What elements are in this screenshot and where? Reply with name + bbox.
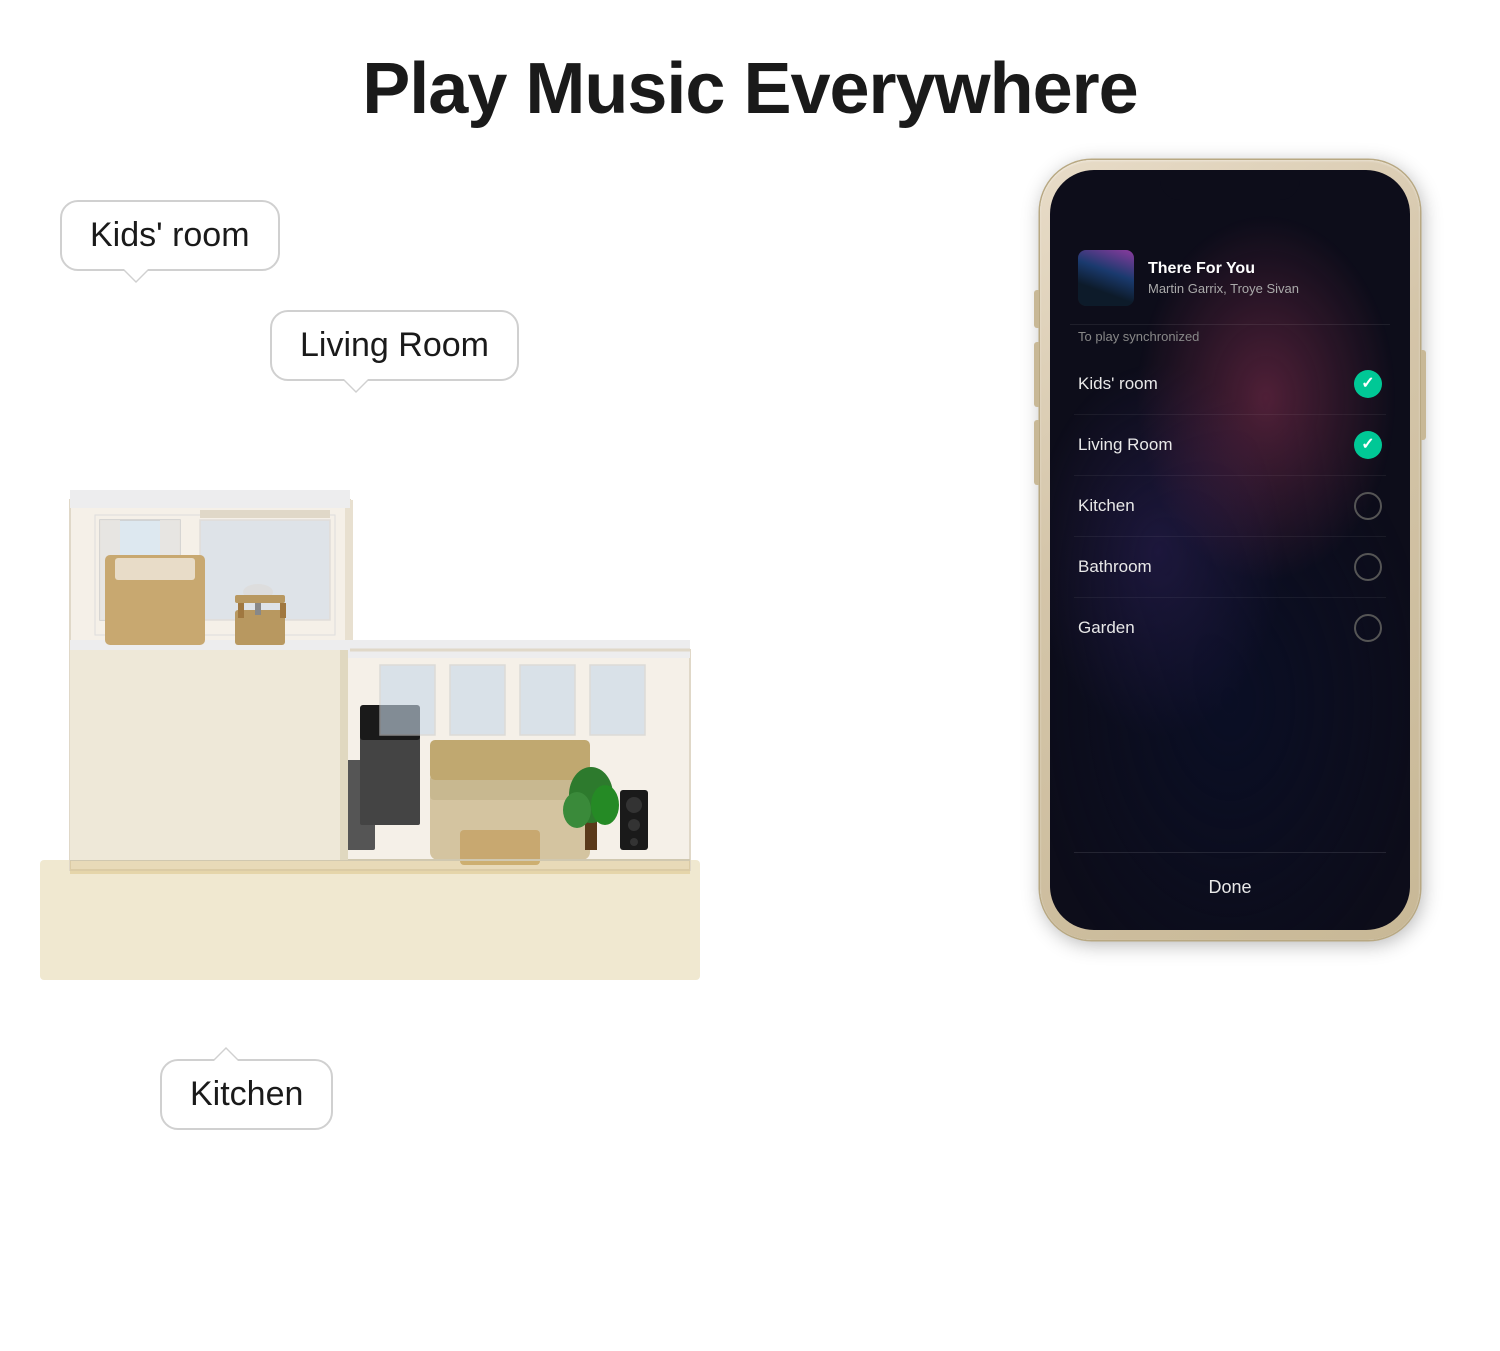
phone-power-button (1421, 350, 1426, 440)
room-item-bathroom[interactable]: Bathroom (1074, 537, 1386, 598)
phone-screen: There For You Martin Garrix, Troye Sivan… (1050, 170, 1410, 930)
album-art (1078, 250, 1134, 306)
phone-container: There For You Martin Garrix, Troye Sivan… (1040, 160, 1440, 1260)
room-name-kids: Kids' room (1078, 374, 1158, 394)
bubble-living-room: Living Room (270, 310, 519, 381)
room-name-kitchen: Kitchen (1078, 496, 1135, 516)
room-list: Kids' room ✓ Living Room ✓ K (1074, 354, 1386, 852)
bubble-kids-room: Kids' room (60, 200, 280, 271)
track-title: There For You (1148, 260, 1382, 278)
bubble-kitchen: Kitchen (160, 1059, 333, 1130)
room-check-living[interactable]: ✓ (1354, 431, 1382, 459)
divider-top (1070, 324, 1390, 325)
phone-volume-down-button (1034, 420, 1039, 485)
room-check-garden[interactable] (1354, 614, 1382, 642)
room-check-kitchen[interactable] (1354, 492, 1382, 520)
page-title: Play Music Everywhere (0, 0, 1500, 130)
room-item-kitchen[interactable]: Kitchen (1074, 476, 1386, 537)
phone-volume-up-button (1034, 342, 1039, 407)
left-section: Kids' room Living Room (40, 180, 720, 1180)
room-item-kids[interactable]: Kids' room ✓ (1074, 354, 1386, 415)
phone-silent-button (1034, 290, 1039, 328)
room-item-garden[interactable]: Garden (1074, 598, 1386, 658)
done-area: Done (1074, 852, 1386, 906)
room-name-living: Living Room (1078, 435, 1173, 455)
done-button[interactable]: Done (1168, 869, 1291, 906)
phone-notch (1160, 170, 1300, 200)
room-check-kids[interactable]: ✓ (1354, 370, 1382, 398)
sync-label: To play synchronized (1074, 329, 1386, 344)
track-info: There For You Martin Garrix, Troye Sivan (1148, 260, 1382, 296)
checkmark-kids: ✓ (1361, 376, 1374, 392)
room-name-bathroom: Bathroom (1078, 557, 1152, 577)
phone-body: There For You Martin Garrix, Troye Sivan… (1040, 160, 1420, 940)
checkmark-living: ✓ (1361, 437, 1374, 453)
room-check-bathroom[interactable] (1354, 553, 1382, 581)
track-artist: Martin Garrix, Troye Sivan (1148, 281, 1382, 296)
room-item-living[interactable]: Living Room ✓ (1074, 415, 1386, 476)
room-name-garden: Garden (1078, 618, 1135, 638)
phone-content: There For You Martin Garrix, Troye Sivan… (1050, 170, 1410, 930)
now-playing-section: There For You Martin Garrix, Troye Sivan (1074, 250, 1386, 306)
house-illustration (40, 400, 700, 980)
